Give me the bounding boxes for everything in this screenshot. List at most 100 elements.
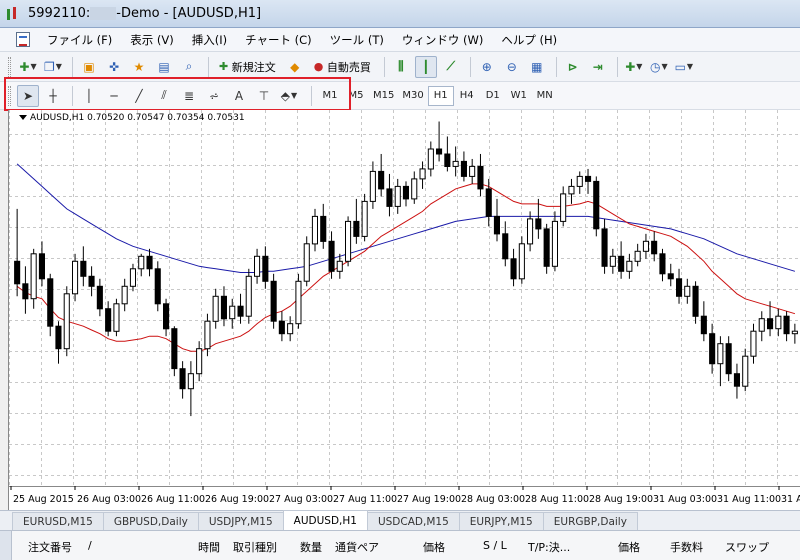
timeframe-m15[interactable]: M15 xyxy=(369,86,398,106)
chart-document-icon[interactable] xyxy=(16,32,30,47)
col-swap[interactable]: スワップ xyxy=(725,539,769,555)
cursor-tool-button[interactable]: ➤ xyxy=(17,84,39,107)
redacted-account-block xyxy=(90,7,117,20)
trendline-icon: ╱ xyxy=(135,88,143,103)
terminal-button[interactable]: ▤ xyxy=(153,56,175,78)
line-chart-button[interactable]: ⟋ xyxy=(440,56,462,78)
horizontal-line-button[interactable]: ─ xyxy=(103,85,125,107)
fibonacci-retracement-button[interactable]: ≣ xyxy=(178,85,200,107)
col-price[interactable]: 価格 xyxy=(423,539,445,555)
market-watch-icon: ▣ xyxy=(83,59,95,74)
arrows-button[interactable]: ⬘ ▼ xyxy=(278,85,300,107)
favorites-button[interactable]: ★ xyxy=(128,56,150,78)
new-order-button[interactable]: ✚ 新規注文 xyxy=(214,56,281,78)
market-watch-button[interactable]: ▣ xyxy=(78,56,100,78)
bullish-candle xyxy=(427,148,434,170)
timeframe-m5[interactable]: M5 xyxy=(343,86,369,106)
bearish-candle xyxy=(378,170,385,190)
bullish-candle xyxy=(684,285,691,297)
bearish-candle xyxy=(237,305,244,317)
bullish-candle xyxy=(576,175,583,187)
tab-eurjpy-m15[interactable]: EURJPY,M15 xyxy=(458,512,544,530)
toolbar-grip[interactable] xyxy=(8,56,11,77)
menu-tools[interactable]: ツール (T) xyxy=(321,30,393,50)
bullish-candle xyxy=(551,220,559,267)
menu-file[interactable]: ファイル (F) xyxy=(38,30,121,50)
tile-windows-button[interactable]: ▦ xyxy=(526,56,548,78)
toolbar-grip[interactable] xyxy=(8,85,11,106)
window-titlebar[interactable]: 5992110: -Demo - [AUDUSD,H1] xyxy=(0,0,800,28)
autotrade-button[interactable]: ● 自動売買 xyxy=(309,56,376,78)
indicators-button[interactable]: ✚ ▼ xyxy=(623,56,645,78)
chevron-down-icon: ▼ xyxy=(291,91,298,100)
menu-chart[interactable]: チャート (C) xyxy=(236,30,321,50)
bearish-candle xyxy=(535,218,542,230)
chevron-down-icon: ▼ xyxy=(55,62,62,71)
fibonacci-fan-button[interactable]: ⩫ xyxy=(203,85,225,107)
channel-icon: ⫽ xyxy=(161,88,167,102)
menu-help[interactable]: ヘルプ (H) xyxy=(492,30,566,50)
strategy-tester-button[interactable]: ⌕ xyxy=(178,56,200,78)
menu-view[interactable]: 表示 (V) xyxy=(121,30,183,50)
templates-button[interactable]: ▭ ▼ xyxy=(673,56,695,78)
timeframe-h1[interactable]: H1 xyxy=(427,85,454,106)
col-current-price[interactable]: 価格 xyxy=(618,539,640,555)
text-label-button[interactable]: ⊤ xyxy=(253,85,275,107)
tab-usdcad-m15[interactable]: USDCAD,M15 xyxy=(366,512,460,530)
trendline-button[interactable]: ╱ xyxy=(128,85,150,107)
bullish-candle xyxy=(717,343,724,365)
zoom-in-button[interactable]: ⊕ xyxy=(476,56,498,78)
text-tool-button[interactable]: A xyxy=(228,85,250,107)
terminal-side-handle[interactable] xyxy=(0,531,12,560)
bearish-candle xyxy=(179,368,186,390)
col-volume[interactable]: 数量 xyxy=(300,539,322,555)
bullish-candle xyxy=(518,243,525,280)
candlestick-button[interactable]: ┃ xyxy=(414,55,437,78)
col-type[interactable]: 取引種別 xyxy=(233,539,277,555)
col-symbol[interactable]: 通貨ペア xyxy=(335,539,379,555)
tab-audusd-h1[interactable]: AUDUSD,H1 xyxy=(282,510,368,530)
zoom-out-button[interactable]: ⊖ xyxy=(501,56,523,78)
vertical-line-button[interactable]: │ xyxy=(78,85,100,107)
chart-tabs: EURUSD,M15 GBPUSD,Daily USDJPY,M15 AUDUS… xyxy=(0,510,800,530)
timeframe-h4[interactable]: H4 xyxy=(454,86,480,106)
horizontal-line-icon: ─ xyxy=(110,88,118,103)
periods-button[interactable]: ◷ ▼ xyxy=(648,56,670,78)
metaeditor-button[interactable]: ◆ xyxy=(284,56,306,78)
tab-usdjpy-m15[interactable]: USDJPY,M15 xyxy=(197,512,284,530)
timeframe-d1[interactable]: D1 xyxy=(480,86,506,106)
profiles-button[interactable]: ❐ ▼ xyxy=(42,56,64,78)
navigator-button[interactable]: ✜ xyxy=(103,56,125,78)
tab-gbpusd-daily[interactable]: GBPUSD,Daily xyxy=(102,512,199,530)
tab-eurusd-m15[interactable]: EURUSD,M15 xyxy=(12,512,104,530)
bearish-candle xyxy=(163,303,170,330)
bullish-candle xyxy=(361,200,368,237)
bullish-candle xyxy=(411,178,418,200)
col-time[interactable]: 時間 xyxy=(198,539,220,555)
new-chart-icon: ✚ xyxy=(19,59,30,74)
bearish-candle xyxy=(402,185,409,200)
equidistant-channel-button[interactable]: ⫽ xyxy=(153,85,175,107)
timeframe-w1[interactable]: W1 xyxy=(506,86,532,106)
timeframe-mn[interactable]: MN xyxy=(532,86,558,106)
chart-autoscroll-button[interactable]: ⊳ xyxy=(562,56,584,78)
new-chart-button[interactable]: ✚ ▼ xyxy=(17,56,39,78)
col-order-number[interactable]: 注文番号 xyxy=(28,539,72,555)
bearish-candle xyxy=(328,240,335,272)
bar-chart-icon: ⫼ xyxy=(398,59,404,73)
menu-insert[interactable]: 挿入(I) xyxy=(183,30,236,50)
tab-eurgbp-daily[interactable]: EURGBP,Daily xyxy=(542,512,638,530)
col-tp[interactable]: T/P:決... xyxy=(528,539,570,555)
bar-chart-button[interactable]: ⫼ xyxy=(390,56,412,78)
chart-window[interactable]: 25 Aug 2015 26 Aug 03:00 26 Aug 11:00 26 Au… xyxy=(8,110,800,510)
bullish-candle xyxy=(419,168,426,180)
col-commission[interactable]: 手数料 xyxy=(670,539,703,555)
col-sl[interactable]: S / L xyxy=(483,539,507,552)
timeframe-m30[interactable]: M30 xyxy=(398,86,427,106)
chart-shift-button[interactable]: ⇥ xyxy=(587,56,609,78)
candlestick-chart[interactable]: 25 Aug 2015 26 Aug 03:00 26 Aug 11:00 26 Au… xyxy=(9,110,800,510)
menu-window[interactable]: ウィンドウ (W) xyxy=(393,30,493,50)
timeframe-m1[interactable]: M1 xyxy=(317,86,343,106)
crosshair-tool-button[interactable]: ┼ xyxy=(42,85,64,107)
bullish-candle xyxy=(750,330,757,357)
